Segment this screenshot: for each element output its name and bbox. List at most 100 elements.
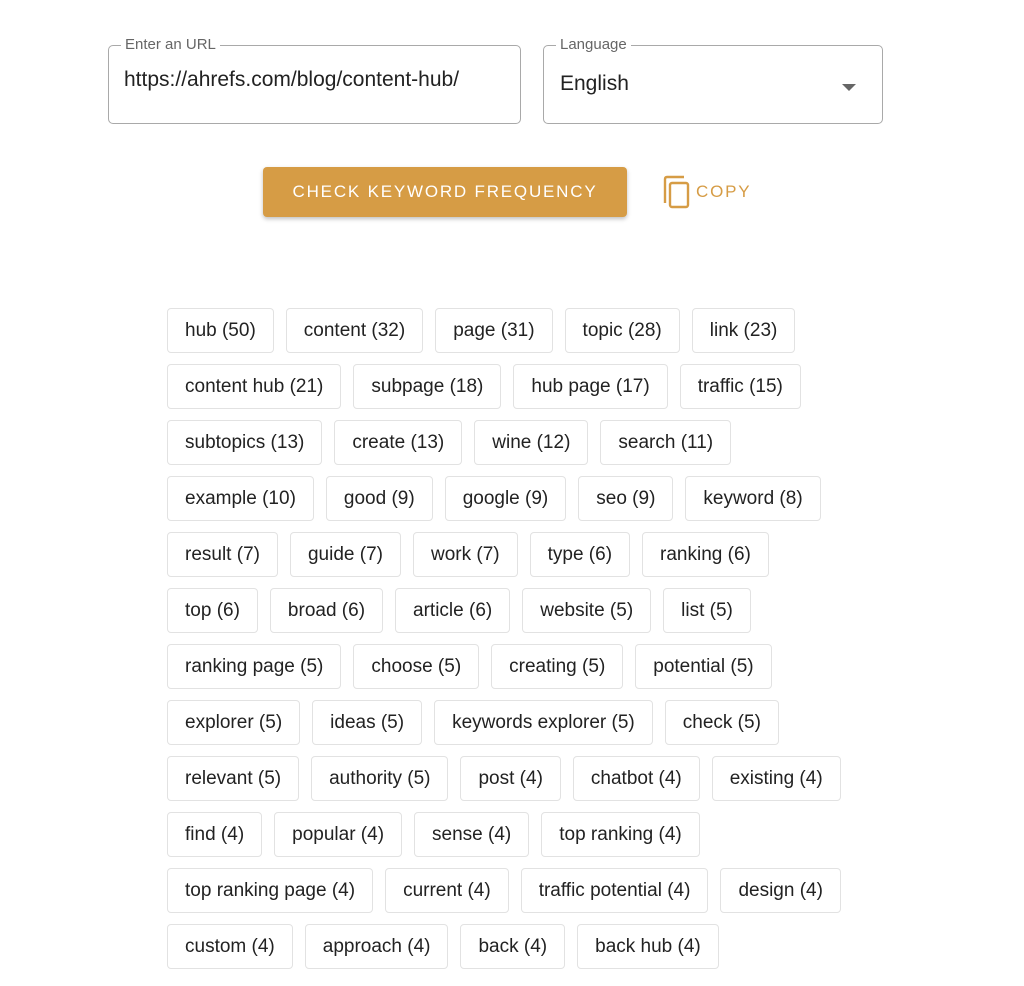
keyword-chip[interactable]: hub (50) — [167, 308, 274, 353]
keyword-chip-count: (5) — [294, 655, 324, 677]
keyword-chip[interactable]: top ranking page (4) — [167, 868, 374, 913]
keyword-chip[interactable]: content (32) — [285, 308, 424, 353]
keyword-chip[interactable]: type (6) — [529, 532, 631, 577]
keyword-chip-count: (50) — [216, 319, 256, 341]
keyword-chip[interactable]: ranking (6) — [642, 532, 769, 577]
keyword-chip[interactable]: back (4) — [460, 924, 566, 969]
keyword-chip[interactable]: work (7) — [412, 532, 518, 577]
keyword-chip-count: (7) — [354, 543, 383, 565]
keyword-chip[interactable]: sense (4) — [414, 812, 530, 857]
keyword-chip-count: (4) — [653, 767, 682, 789]
keyword-chip[interactable]: good (9) — [325, 476, 433, 521]
keyword-chip[interactable]: explorer (5) — [167, 700, 301, 745]
keyword-chip-count: (21) — [284, 375, 324, 397]
keyword-chip[interactable]: wine (12) — [474, 420, 589, 465]
keyword-chip-count: (5) — [401, 767, 431, 789]
keyword-chip[interactable]: chatbot (4) — [572, 756, 700, 801]
keyword-chip[interactable]: broad (6) — [269, 588, 384, 633]
keyword-chip[interactable]: article (6) — [395, 588, 511, 633]
check-keyword-frequency-button[interactable]: CHECK KEYWORD FREQUENCY — [263, 167, 627, 217]
keyword-chip-count: (5) — [375, 711, 405, 733]
keyword-chip[interactable]: check (5) — [664, 700, 779, 745]
language-field-label: Language — [556, 36, 631, 54]
keyword-chip[interactable]: seo (9) — [578, 476, 674, 521]
keyword-chip-label: ranking — [660, 543, 723, 565]
keyword-chip[interactable]: hub page (17) — [513, 364, 668, 409]
keyword-chip-count: (7) — [231, 543, 260, 565]
keyword-chip[interactable]: creating (5) — [491, 644, 624, 689]
keyword-chip-label: design — [738, 879, 795, 901]
keyword-chip-count: (4) — [794, 879, 823, 901]
keyword-chip[interactable]: result (7) — [167, 532, 278, 577]
keyword-chip[interactable]: approach (4) — [304, 924, 449, 969]
keyword-chip[interactable]: page (31) — [435, 308, 553, 353]
keyword-chip[interactable]: search (11) — [600, 420, 732, 465]
keyword-chip-count: (4) — [661, 879, 691, 901]
keyword-chip-count: (5) — [432, 655, 462, 677]
keyword-chip-count: (5) — [252, 767, 282, 789]
keyword-chip-count: (13) — [265, 431, 305, 453]
keyword-chip[interactable]: authority (5) — [311, 756, 449, 801]
keyword-chip-label: traffic — [697, 375, 744, 397]
language-select[interactable]: Language English — [543, 36, 883, 124]
keyword-chip[interactable]: keyword (8) — [685, 476, 821, 521]
keyword-chip-label: custom — [185, 935, 247, 957]
keyword-chip[interactable]: top (6) — [167, 588, 258, 633]
url-input[interactable] — [124, 68, 509, 92]
keyword-chip-label: traffic potential — [538, 879, 662, 901]
keyword-chip[interactable]: ranking page (5) — [167, 644, 342, 689]
keyword-chip[interactable]: potential (5) — [635, 644, 772, 689]
keyword-chip-count: (8) — [774, 487, 803, 509]
keyword-chip[interactable]: google (9) — [444, 476, 567, 521]
keyword-chip-count: (9) — [386, 487, 415, 509]
keyword-chip-count: (6) — [722, 543, 751, 565]
keyword-chip[interactable]: keywords explorer (5) — [434, 700, 653, 745]
keyword-chip[interactable]: back hub (4) — [577, 924, 719, 969]
keyword-chip[interactable]: custom (4) — [167, 924, 293, 969]
keyword-chip-label: hub — [185, 319, 217, 341]
keyword-chip-label: top ranking — [559, 823, 654, 845]
keyword-chip[interactable]: relevant (5) — [167, 756, 300, 801]
keyword-chip[interactable]: find (4) — [167, 812, 263, 857]
copy-button[interactable]: COPY — [662, 174, 751, 210]
keyword-chip[interactable]: ideas (5) — [312, 700, 423, 745]
keyword-chip-label: choose — [371, 655, 433, 677]
keyword-chip[interactable]: link (23) — [691, 308, 796, 353]
keyword-chip[interactable]: current (4) — [385, 868, 509, 913]
keyword-chip[interactable]: topic (28) — [564, 308, 680, 353]
keyword-chip-count: (5) — [732, 711, 761, 733]
keyword-chip[interactable]: traffic potential (4) — [520, 868, 709, 913]
keyword-chip-label: list — [681, 599, 705, 621]
keyword-chip-label: content — [303, 319, 367, 341]
keyword-chip[interactable]: post (4) — [460, 756, 561, 801]
keyword-chip[interactable]: choose (5) — [353, 644, 480, 689]
keyword-chip[interactable]: top ranking (4) — [541, 812, 700, 857]
keyword-chip-label: article — [413, 599, 464, 621]
keyword-chip[interactable]: existing (4) — [711, 756, 841, 801]
keyword-chip[interactable]: subtopics (13) — [167, 420, 323, 465]
keyword-chip[interactable]: create (13) — [334, 420, 463, 465]
keyword-chip[interactable]: design (4) — [720, 868, 841, 913]
keyword-chip-label: post — [478, 767, 515, 789]
keyword-chip[interactable]: popular (4) — [274, 812, 403, 857]
keyword-chip-label: ideas — [330, 711, 376, 733]
keyword-chip[interactable]: website (5) — [522, 588, 652, 633]
keyword-chip-label: potential — [653, 655, 726, 677]
keyword-chip-count: (31) — [495, 319, 535, 341]
keyword-chip-count: (9) — [626, 487, 656, 509]
keyword-chip[interactable]: traffic (15) — [679, 364, 801, 409]
keyword-chip-count: (4) — [672, 935, 701, 957]
keyword-chip[interactable]: example (10) — [167, 476, 314, 521]
keyword-chip[interactable]: list (5) — [663, 588, 751, 633]
url-field[interactable]: Enter an URL — [108, 36, 521, 124]
keyword-chip-count: (5) — [725, 655, 754, 677]
keyword-chip-count: (6) — [211, 599, 240, 621]
keyword-chip-count: (15) — [743, 375, 783, 397]
keyword-chip-label: content hub — [185, 375, 285, 397]
keyword-chip[interactable]: subpage (18) — [353, 364, 502, 409]
keyword-chip[interactable]: guide (7) — [289, 532, 401, 577]
keyword-chip-count: (17) — [610, 375, 650, 397]
keyword-chip-label: example — [185, 487, 257, 509]
keyword-chip-count: (4) — [514, 767, 543, 789]
keyword-chip[interactable]: content hub (21) — [167, 364, 342, 409]
